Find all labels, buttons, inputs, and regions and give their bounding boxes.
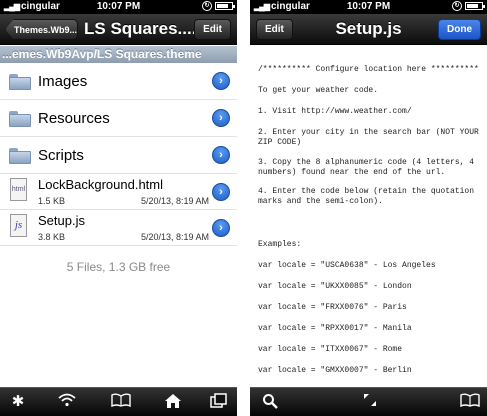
list-item[interactable]: Resources › [0, 100, 237, 137]
disclosure-button[interactable]: › [212, 72, 230, 90]
book-icon[interactable] [460, 393, 480, 411]
navigation-bar: Themes.Wb9... LS Squares.... Edit [0, 14, 237, 45]
code-line: To get your weather code. [258, 86, 379, 95]
code-line: /********** Configure location here ****… [258, 65, 479, 74]
code-line: 4. Enter the code below (retain the quot… [258, 187, 479, 206]
code-line: 1. Visit http://www.weather.com/ [258, 107, 412, 116]
item-name: Images [38, 73, 88, 90]
item-name: LockBackground.html [38, 177, 164, 192]
home-icon[interactable] [163, 393, 183, 411]
code-line: 2. Enter your city in the search bar (NO… [258, 128, 484, 147]
html-file-icon: html [10, 178, 27, 201]
editor-screen: ▂▄▆ cingular 10:07 PM ↻ Edit Setup.js Do… [250, 0, 487, 416]
code-line: var locale = "ITXX0067" - Rome [258, 345, 403, 354]
item-name: Setup.js [38, 213, 85, 228]
code-line: Examples: [258, 240, 302, 249]
item-name: Resources [38, 110, 110, 127]
js-file-icon: js [10, 214, 27, 237]
battery-icon [215, 2, 235, 10]
search-icon[interactable] [260, 393, 280, 411]
bottom-toolbar [250, 387, 487, 416]
code-line: var locale = "USCA0638" - Los Angeles [258, 261, 436, 270]
file-date: 5/20/13, 8:19 AM [140, 232, 209, 242]
back-button[interactable]: Themes.Wb9... [5, 19, 78, 40]
lock-rotation-icon: ↻ [452, 1, 462, 11]
bottom-toolbar: ✱ [0, 387, 237, 416]
storage-summary: 5 Files, 1.3 GB free [66, 260, 171, 274]
code-line: 3. Copy the 8 alphanumeric code (4 lette… [258, 158, 479, 177]
battery-icon [465, 2, 485, 10]
list-item[interactable]: Scripts › [0, 137, 237, 174]
item-name: Scripts [38, 147, 84, 164]
expand-icon[interactable] [360, 393, 380, 411]
file-date: 5/20/13, 8:19 AM [140, 196, 209, 206]
status-bar: ▂▄▆ cingular 10:07 PM ↻ [250, 0, 487, 14]
code-line: var locale = "RPXX0017" - Manila [258, 324, 412, 333]
code-line: var locale = "GMXX0007" - Berlin [258, 366, 412, 375]
folder-icon [9, 111, 31, 127]
navigation-bar: Edit Setup.js Done [250, 14, 487, 45]
disclosure-button[interactable]: › [212, 146, 230, 164]
status-bar: ▂▄▆ cingular 10:07 PM ↻ [0, 0, 237, 14]
windows-icon[interactable] [209, 393, 229, 411]
list-item[interactable]: Images › [0, 63, 237, 100]
path-bar: ...emes.Wb9Avp/LS Squares.theme [0, 46, 237, 63]
gear-icon[interactable]: ✱ [8, 393, 28, 411]
wifi-icon[interactable] [57, 393, 77, 411]
list-item[interactable]: js Setup.js 3.8 KB 5/20/13, 8:19 AM › [0, 210, 237, 246]
list-item[interactable]: html LockBackground.html 1.5 KB 5/20/13,… [0, 174, 237, 210]
disclosure-button[interactable]: › [212, 219, 230, 237]
book-icon[interactable] [111, 393, 131, 411]
code-line: var locale = "FRXX0076" - Paris [258, 303, 407, 312]
file-size: 1.5 KB [38, 196, 66, 206]
file-list: Images › Resources › Scripts › html Lock… [0, 63, 237, 246]
page-title: LS Squares.... [84, 19, 197, 38]
folder-icon [9, 148, 31, 164]
file-size: 3.8 KB [38, 232, 66, 242]
file-browser-screen: ▂▄▆ cingular 10:07 PM ↻ Themes.Wb9... LS… [0, 0, 237, 416]
disclosure-button[interactable]: › [212, 183, 230, 201]
folder-icon [9, 74, 31, 90]
edit-button[interactable]: Edit [194, 19, 231, 40]
done-button[interactable]: Done [438, 19, 481, 40]
disclosure-button[interactable]: › [212, 109, 230, 127]
code-line: var locale = "UKXX0085" - London [258, 282, 412, 291]
lock-rotation-icon: ↻ [202, 1, 212, 11]
